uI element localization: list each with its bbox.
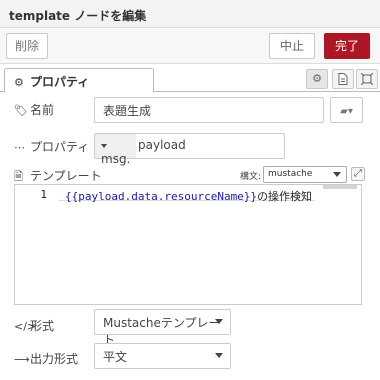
delete-button[interactable]: 削除 [6, 33, 48, 59]
line-number: 1 [40, 188, 47, 201]
code-icon: </> [14, 320, 37, 333]
dialog-title: template ノードを編集 [0, 0, 380, 28]
property-input[interactable]: payload [136, 133, 285, 159]
format-select[interactable]: Mustacheテンプレート [94, 309, 231, 347]
format-label: </>形式 [14, 319, 55, 333]
property-label: ⋯ プロパティ [14, 140, 90, 154]
tab-bar: ⚙ プロパティ ⚙ [0, 64, 380, 93]
expand-icon: ⤢ [354, 168, 362, 179]
template-text: の操作検知 [257, 190, 313, 203]
tab-properties[interactable]: ⚙ プロパティ [4, 68, 154, 93]
icon-picker-button[interactable]: ▰▾ [330, 97, 363, 123]
chevron-down-icon [333, 172, 341, 177]
syntax-label: 構文: [240, 172, 262, 182]
book-icon: ▰▾ [340, 106, 353, 117]
output-label: ⟶出力形式 [14, 352, 79, 366]
caret-down-icon [101, 143, 107, 148]
line-number-gutter: 1 [15, 185, 59, 304]
cancel-button[interactable]: 中止 [269, 33, 315, 59]
tab-appearance[interactable] [356, 69, 378, 89]
tag-icon: 🏷 [14, 104, 28, 117]
gear-icon: ⚙ [312, 72, 322, 85]
tab-label: プロパティ [30, 75, 90, 89]
ellipsis-icon: ⋯ [14, 141, 25, 154]
mustache-token: {{payload.data.resourceName}} [65, 190, 258, 203]
document-icon [338, 73, 348, 85]
chevron-down-icon [215, 319, 223, 324]
name-input[interactable]: 表題生成 [94, 97, 324, 123]
editor-scroll-indicator [323, 185, 357, 189]
arrow-right-icon: ⟶ [14, 353, 30, 366]
dialog-toolbar: 削除 中止 完了 [0, 28, 380, 64]
chevron-down-icon [215, 353, 223, 358]
property-type-button[interactable]: msg. [94, 133, 136, 166]
template-editor[interactable]: 1 {{payload.data.resourceName}}の操作検知 [14, 184, 362, 305]
template-code-line[interactable]: {{payload.data.resourceName}}の操作検知 [65, 188, 312, 204]
tab-description[interactable] [332, 69, 354, 89]
gear-icon: ⚙ [14, 76, 24, 89]
expand-editor-button[interactable]: ⤢ [351, 167, 365, 181]
tab-settings-gear[interactable]: ⚙ [306, 69, 328, 89]
done-button[interactable]: 完了 [324, 33, 370, 59]
output-select[interactable]: 平文 [94, 343, 231, 369]
syntax-select[interactable]: mustache [263, 166, 347, 183]
frame-icon [360, 72, 374, 86]
name-label: 🏷 名前 [14, 103, 55, 117]
